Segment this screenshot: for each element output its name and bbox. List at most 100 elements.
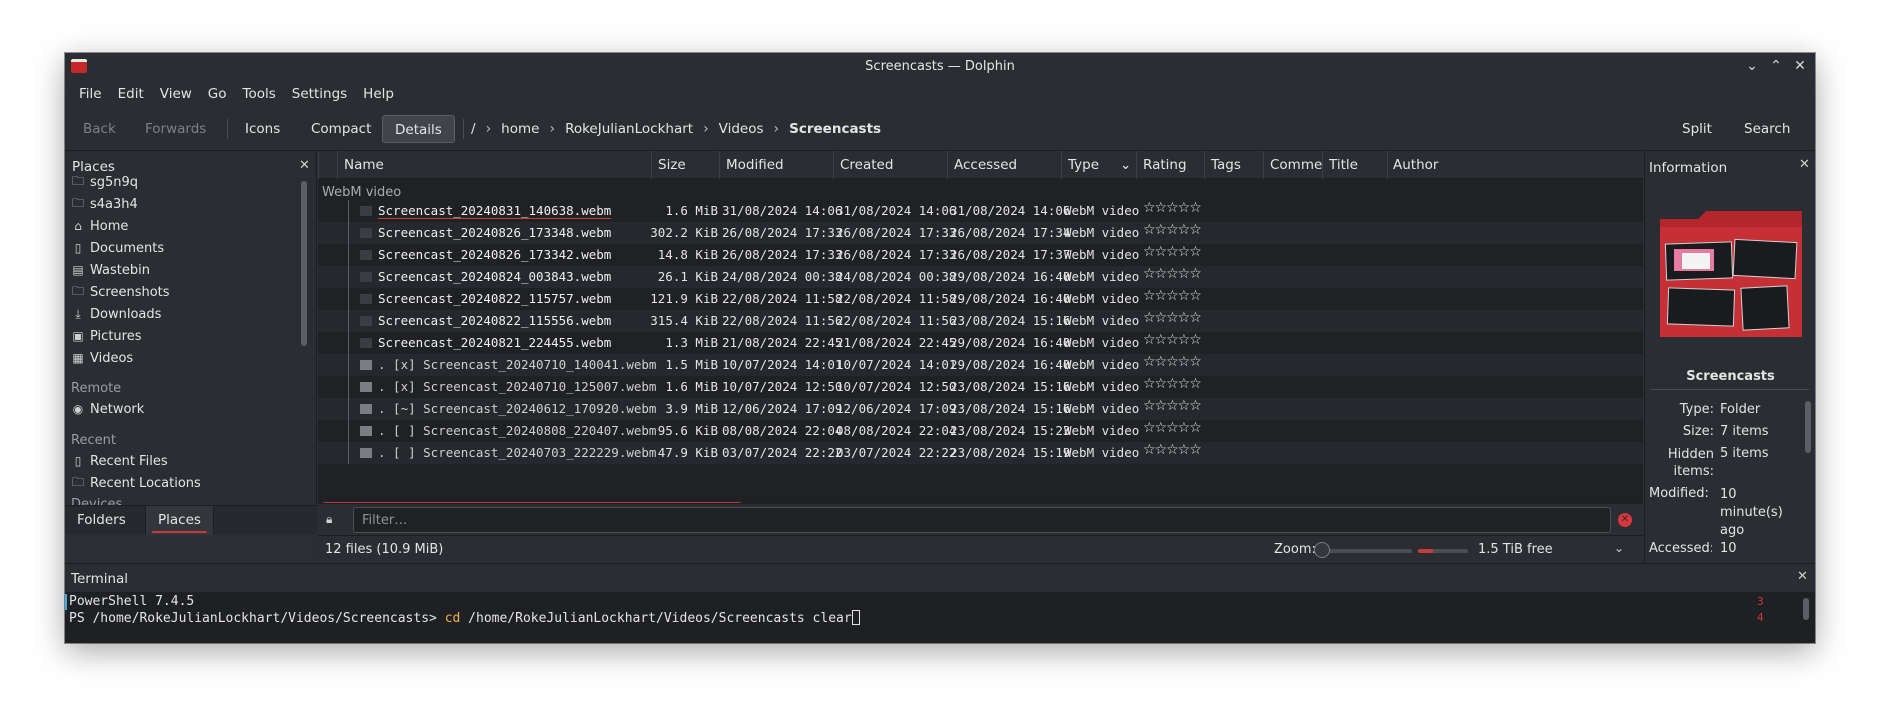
table-row[interactable]: . [x] Screencast_20240710_125007.webm 1.6…	[318, 376, 1643, 398]
rating-stars[interactable]: ☆☆☆☆☆	[1143, 398, 1202, 414]
zoom-slider[interactable]	[1320, 549, 1412, 553]
filter-input[interactable]	[353, 507, 1611, 533]
rating-stars[interactable]: ☆☆☆☆☆	[1143, 244, 1202, 260]
column-type[interactable]: Type ⌄	[1061, 151, 1136, 179]
video-thumbnail-icon	[360, 426, 372, 436]
breadcrumb-home[interactable]: home	[497, 121, 543, 137]
menu-edit[interactable]: Edit	[110, 81, 152, 107]
column-accessed[interactable]: Accessed	[947, 151, 1061, 179]
place-item-recent-files[interactable]: ▯ Recent Files	[71, 450, 168, 472]
place-item-downloads[interactable]: ⤓ Downloads	[71, 303, 161, 325]
place-item-recent-locations[interactable]: 🗀 Recent Locations	[71, 472, 201, 494]
zoom-slider-handle[interactable]	[1314, 542, 1330, 558]
close-icon[interactable]: ✕	[299, 158, 310, 173]
file-accessed: 29/08/2024 16:40	[950, 269, 1071, 284]
menu-file[interactable]: File	[71, 81, 110, 107]
scrollbar-thumb[interactable]	[301, 181, 307, 346]
terminal-scrollbar[interactable]	[1803, 598, 1809, 620]
table-row[interactable]: Screencast_20240822_115757.webm 121.9 KiB…	[318, 288, 1643, 310]
breadcrumb-videos[interactable]: Videos	[715, 121, 768, 137]
lock-icon[interactable]: 🔒︎	[326, 512, 332, 527]
column-tags[interactable]: Tags	[1204, 151, 1263, 179]
column-rating[interactable]: Rating	[1136, 151, 1204, 179]
file-accessed: 23/08/2024 15:16	[950, 379, 1071, 394]
table-row[interactable]: Screencast_20240826_173348.webm 302.2 KiB…	[318, 222, 1643, 244]
rating-stars[interactable]: ☆☆☆☆☆	[1143, 442, 1202, 458]
table-row[interactable]: Screencast_20240831_140638.webm 1.6 MiB 31…	[318, 200, 1643, 222]
split-button[interactable]: Split	[1670, 115, 1724, 143]
terminal-output[interactable]: PowerShell 7.4.5 PS /home/RokeJulianLock…	[65, 592, 1815, 643]
focus-indicator	[65, 594, 67, 610]
close-icon[interactable]: ✕	[1797, 569, 1808, 584]
video-thumbnail-icon	[360, 404, 372, 414]
search-button[interactable]: Search	[1732, 115, 1802, 143]
menu-help[interactable]: Help	[355, 81, 402, 107]
file-accessed: 29/08/2024 16:40	[950, 291, 1071, 306]
menu-settings[interactable]: Settings	[284, 81, 355, 107]
breadcrumb-root[interactable]: /	[467, 121, 480, 137]
place-item-network[interactable]: ◉ Network	[71, 398, 145, 420]
video-thumbnail-icon	[360, 382, 372, 392]
column-modified[interactable]: Modified	[719, 151, 833, 179]
table-row[interactable]: . [ ] Screencast_20240808_220407.webm 95.…	[318, 420, 1643, 442]
place-item-s4a3h4[interactable]: 🗀 s4a3h4	[71, 193, 138, 215]
title-bar[interactable]: Screencasts — Dolphin ⌄ ⌃ ✕	[65, 53, 1815, 81]
file-modified: 10/07/2024 12:50	[722, 379, 843, 394]
column-size[interactable]: Size	[651, 151, 719, 179]
table-row[interactable]: . [~] Screencast_20240612_170920.webm 3.9…	[318, 398, 1643, 420]
column-created[interactable]: Created	[833, 151, 947, 179]
table-row[interactable]: Screencast_20240822_115556.webm 315.4 KiB…	[318, 310, 1643, 332]
rating-stars[interactable]: ☆☆☆☆☆	[1143, 310, 1202, 326]
compact-view-button[interactable]: Compact	[299, 115, 383, 143]
table-row[interactable]: . [ ] Screencast_20240703_222229.webm 47.…	[318, 442, 1643, 464]
info-scrollbar[interactable]	[1805, 401, 1811, 551]
rating-stars[interactable]: ☆☆☆☆☆	[1143, 222, 1202, 238]
place-item-videos[interactable]: ▦ Videos	[71, 347, 133, 369]
clear-icon[interactable]: ✕	[1618, 513, 1632, 527]
column-author[interactable]: Author	[1387, 151, 1643, 179]
rating-stars[interactable]: ☆☆☆☆☆	[1143, 332, 1202, 348]
menu-view[interactable]: View	[152, 81, 200, 107]
scrollbar-thumb[interactable]	[1805, 401, 1811, 453]
tab-places[interactable]: Places	[145, 506, 214, 535]
close-icon[interactable]: ✕	[1791, 56, 1809, 76]
menu-tools[interactable]: Tools	[235, 81, 284, 107]
table-row[interactable]: Screencast_20240821_224455.webm 1.3 MiB 21…	[318, 332, 1643, 354]
rating-stars[interactable]: ☆☆☆☆☆	[1143, 200, 1202, 216]
place-item-wastebin[interactable]: ▤ Wastebin	[71, 259, 150, 281]
rating-stars[interactable]: ☆☆☆☆☆	[1143, 420, 1202, 436]
column-comment[interactable]: Comment	[1263, 151, 1322, 179]
rating-stars[interactable]: ☆☆☆☆☆	[1143, 288, 1202, 304]
table-row[interactable]: . [x] Screencast_20240710_140041.webm 1.5…	[318, 354, 1643, 376]
minimize-icon[interactable]: ⌄	[1743, 56, 1761, 76]
breadcrumb-current[interactable]: Screencasts	[785, 121, 885, 137]
file-accessed: 23/08/2024 15:19	[950, 445, 1071, 460]
file-size: 3.9 MiB	[665, 401, 718, 416]
chevron-down-icon[interactable]: ⌄	[1614, 541, 1624, 555]
forwards-button[interactable]: Forwards	[133, 115, 218, 143]
breadcrumb-user[interactable]: RokeJulianLockhart	[561, 121, 697, 137]
maximize-icon[interactable]: ⌃	[1767, 56, 1785, 76]
column-title[interactable]: Title	[1322, 151, 1387, 179]
rating-stars[interactable]: ☆☆☆☆☆	[1143, 376, 1202, 392]
place-item-pictures[interactable]: ▣ Pictures	[71, 325, 141, 347]
folder-icon: 🗀	[71, 283, 84, 298]
table-row[interactable]: Screencast_20240826_173342.webm 14.8 KiB 2…	[318, 244, 1643, 266]
file-view[interactable]: Name Size Modified Created Accessed Type…	[318, 151, 1643, 534]
places-scrollbar[interactable]	[301, 181, 307, 471]
rating-stars[interactable]: ☆☆☆☆☆	[1143, 266, 1202, 282]
place-item-sg5n9q[interactable]: 🗀 sg5n9q	[71, 171, 138, 193]
close-icon[interactable]: ✕	[1799, 157, 1810, 172]
back-button[interactable]: Back	[71, 115, 128, 143]
place-item-documents[interactable]: ▯ Documents	[71, 237, 164, 259]
place-item-home[interactable]: ⌂ Home	[71, 215, 128, 237]
table-row[interactable]: Screencast_20240824_003843.webm 26.1 KiB 2…	[318, 266, 1643, 288]
menu-go[interactable]: Go	[200, 81, 235, 107]
place-item-screenshots[interactable]: 🗀 Screenshots	[71, 281, 170, 303]
details-view-button[interactable]: Details	[382, 115, 455, 143]
column-name[interactable]: Name	[337, 151, 651, 179]
tab-folders[interactable]: Folders	[65, 506, 138, 535]
status-bar: 12 files (10.9 MiB) Zoom: 1.5 TiB free ⌄	[318, 535, 1643, 563]
rating-stars[interactable]: ☆☆☆☆☆	[1143, 354, 1202, 370]
icons-view-button[interactable]: Icons	[233, 115, 292, 143]
